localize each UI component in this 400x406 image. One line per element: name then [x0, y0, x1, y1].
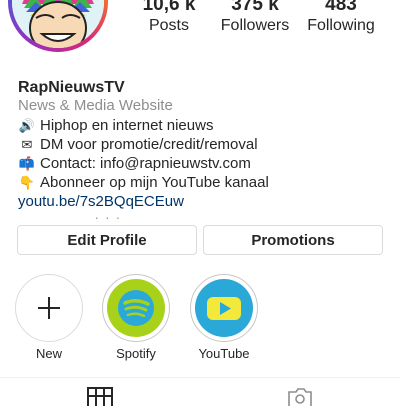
bio-text: DM voor promotie/credit/removal: [40, 136, 258, 153]
cartoon-face-illustration: [12, 0, 104, 48]
highlight-spotify-label: Spotify: [116, 346, 156, 361]
youtube-icon: [207, 297, 241, 320]
envelope-emoji-icon: ✉: [21, 137, 33, 152]
speaker-emoji-icon: 🔊: [18, 118, 36, 133]
followers-stat[interactable]: 375 k Followers: [210, 0, 300, 36]
bio-line-4: 👇 Abonneer op mijn YouTube kanaal: [18, 173, 269, 192]
mailbox-emoji-icon: 📫: [18, 156, 36, 171]
youtube-cover: [195, 279, 253, 337]
truncated-text-fragment: ⋅ ⋅ ⋅: [95, 213, 122, 225]
grid-icon[interactable]: [86, 386, 114, 406]
bio-line-1: 🔊 Hiphop en internet nieuws: [18, 116, 214, 135]
followers-label: Followers: [220, 17, 290, 34]
profile-website-link[interactable]: youtu.be/7s2BQqECEuw: [18, 193, 184, 210]
bio-text: Abonneer op mijn YouTube kanaal: [40, 174, 269, 191]
plus-icon: [38, 297, 60, 319]
posts-stat: 10,6 k Posts: [124, 0, 214, 36]
spotify-cover: [107, 279, 165, 337]
edit-profile-button[interactable]: Edit Profile: [17, 225, 197, 255]
bio-line-3: 📫 Contact: info@rapnieuwstv.com: [18, 154, 251, 173]
profile-avatar[interactable]: [8, 0, 108, 52]
tab-divider: [0, 377, 400, 378]
highlight-new-label: New: [35, 346, 62, 361]
bio-text: Hiphop en internet nieuws: [40, 117, 214, 134]
pointing-down-emoji-icon: 👇: [18, 175, 36, 190]
following-stat[interactable]: 483 Following: [296, 0, 386, 36]
profile-category: News & Media Website: [18, 97, 173, 114]
highlight-youtube-label: YouTube: [198, 346, 250, 361]
promotions-button[interactable]: Promotions: [203, 225, 383, 255]
posts-count: 10,6 k: [142, 0, 196, 15]
highlight-spotify[interactable]: [102, 274, 170, 342]
profile-username: RapNieuwsTV: [18, 79, 125, 96]
highlight-youtube[interactable]: [190, 274, 258, 342]
bio-text: Contact: info@rapnieuwstv.com: [40, 155, 251, 172]
bio-line-2: ✉ DM voor promotie/credit/removal: [18, 135, 258, 154]
avatar-image: [12, 0, 104, 48]
following-label: Following: [307, 17, 375, 34]
posts-label: Posts: [148, 17, 189, 34]
tagged-photos-icon[interactable]: [286, 386, 314, 406]
highlight-new[interactable]: [15, 274, 83, 342]
following-count: 483: [325, 0, 357, 15]
spotify-icon: [118, 290, 154, 326]
followers-count: 375 k: [231, 0, 279, 15]
